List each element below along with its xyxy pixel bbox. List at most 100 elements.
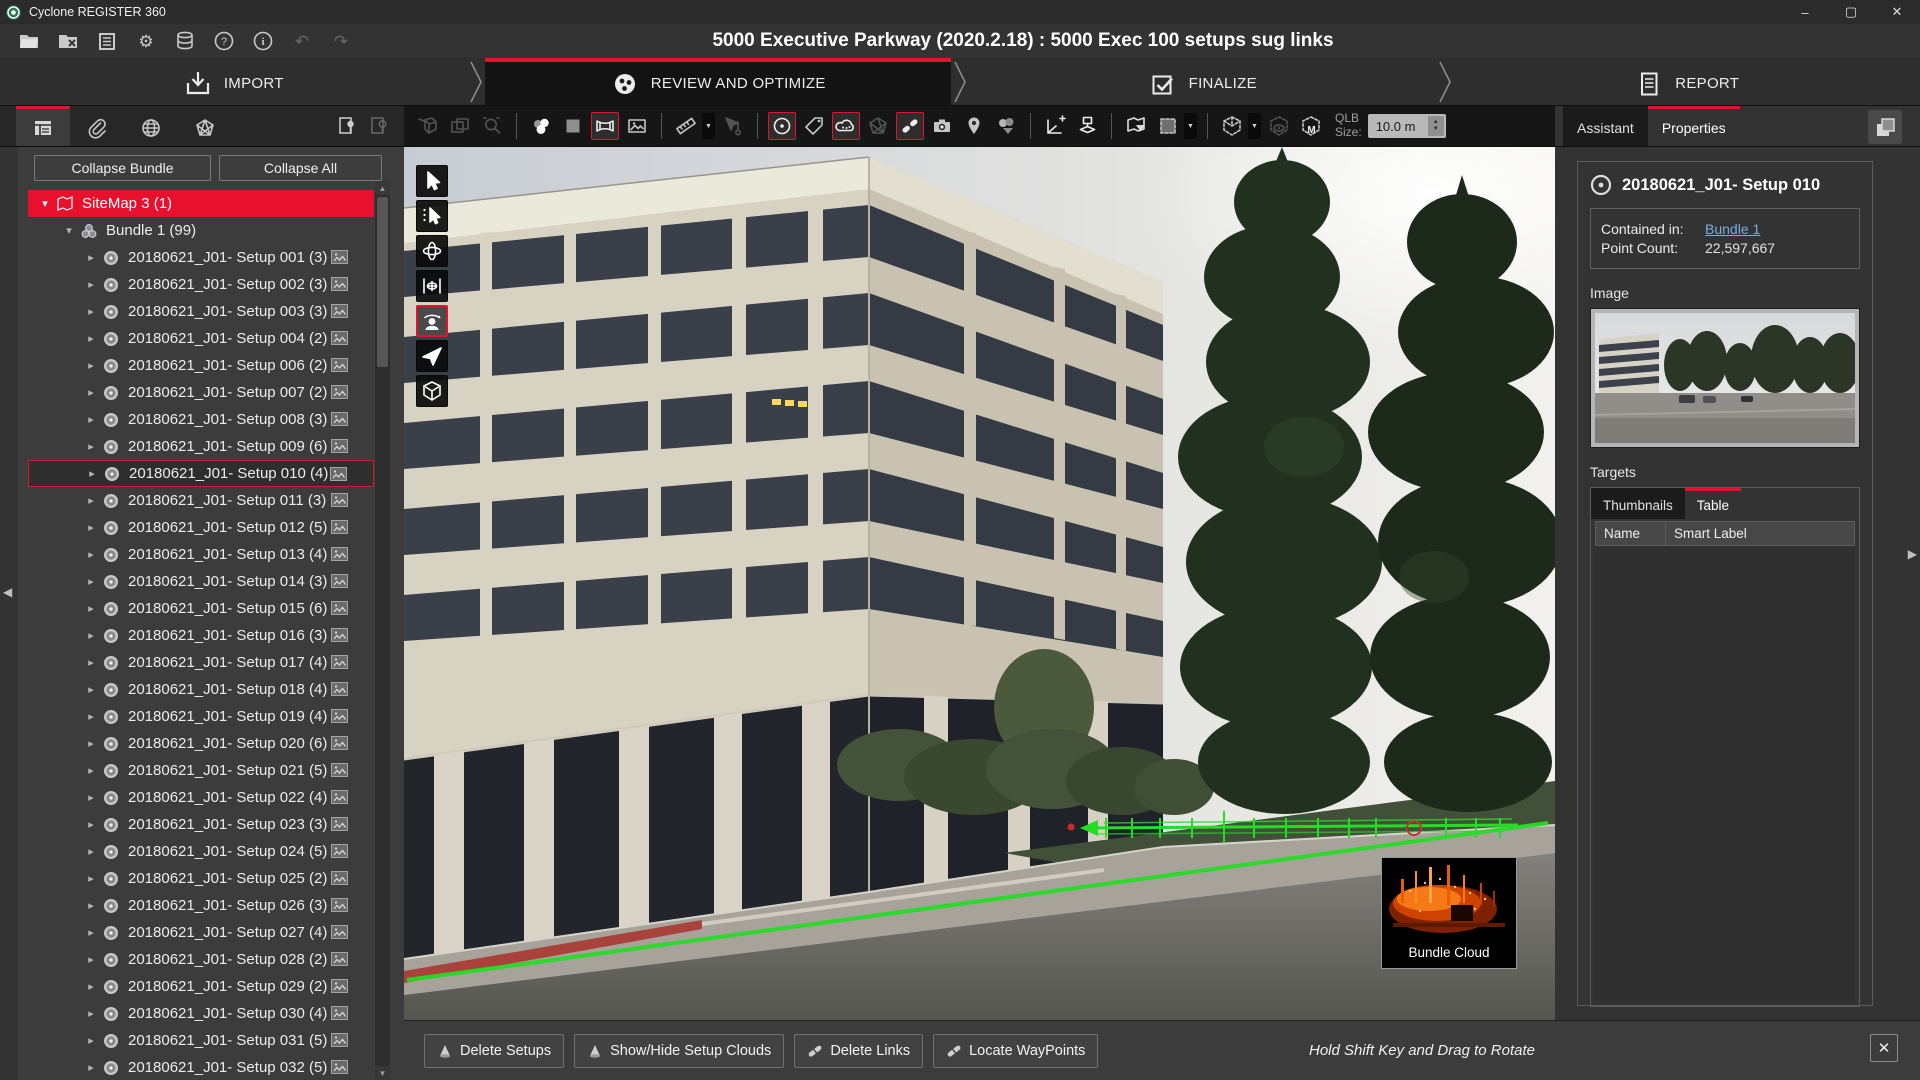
- tree-row-setup[interactable]: ▸20180621_J01- Setup 014 (3): [28, 568, 374, 595]
- tree-row-sitemap[interactable]: ▾SiteMap 3 (1): [28, 190, 374, 217]
- sidebar-tab-attachments[interactable]: [70, 106, 124, 146]
- pick-point-button[interactable]: [719, 112, 747, 140]
- tree-row-setup[interactable]: ▸20180621_J01- Setup 022 (4): [28, 784, 374, 811]
- overlap-view-button[interactable]: [446, 112, 474, 140]
- delete-setups-button[interactable]: Delete Setups: [424, 1034, 564, 1068]
- help-button[interactable]: ?: [209, 27, 239, 55]
- tree-row-setup[interactable]: ▸20180621_J01- Setup 004 (2): [28, 325, 374, 352]
- tab-report[interactable]: REPORT: [1454, 58, 1920, 105]
- close-project-button[interactable]: [53, 27, 83, 55]
- expander-arrow-icon[interactable]: ▸: [84, 1034, 98, 1047]
- undo-button[interactable]: ↶: [287, 27, 317, 55]
- expander-arrow-icon[interactable]: ▸: [84, 764, 98, 777]
- tree-row-setup[interactable]: ▸20180621_J01- Setup 028 (2): [28, 946, 374, 973]
- expander-arrow-icon[interactable]: ▸: [85, 467, 99, 480]
- tree-row-setup[interactable]: ▸20180621_J01- Setup 029 (2): [28, 973, 374, 1000]
- expander-arrow-icon[interactable]: ▸: [84, 980, 98, 993]
- collapse-all-button[interactable]: Collapse All: [219, 155, 382, 181]
- expander-arrow-icon[interactable]: ▾: [62, 224, 76, 237]
- camera-button[interactable]: [928, 112, 956, 140]
- tree-row-setup[interactable]: ▸20180621_J01- Setup 018 (4): [28, 676, 374, 703]
- cube-view-dropdown[interactable]: ▼: [1248, 113, 1261, 139]
- tree-scrollbar[interactable]: ▲ ▼: [375, 181, 390, 1080]
- sidebar-tab-project-tree[interactable]: [16, 106, 70, 146]
- tree-row-setup[interactable]: ▸20180621_J01- Setup 011 (3): [28, 487, 374, 514]
- expander-arrow-icon[interactable]: ▸: [84, 413, 98, 426]
- pan-constrained-tool-button[interactable]: [416, 270, 448, 302]
- contained-in-link[interactable]: Bundle 1: [1705, 221, 1760, 237]
- sidebar-tab-network[interactable]: [178, 106, 232, 146]
- expander-arrow-icon[interactable]: ▸: [84, 629, 98, 642]
- orbit-tool-button[interactable]: [416, 235, 448, 267]
- cloud-button[interactable]: [832, 112, 860, 140]
- link-button[interactable]: [896, 112, 924, 140]
- measure-dropdown[interactable]: ▼: [702, 113, 715, 139]
- target-button[interactable]: [768, 112, 796, 140]
- measure-button[interactable]: [672, 112, 700, 140]
- tab-assistant[interactable]: Assistant: [1563, 106, 1648, 146]
- view-cube-tool-button[interactable]: [416, 375, 448, 407]
- expander-arrow-icon[interactable]: ▸: [84, 872, 98, 885]
- scan-plane-button[interactable]: [1073, 112, 1101, 140]
- open-project-button[interactable]: [14, 27, 44, 55]
- qlb-size-input[interactable]: 10.0 m ▲▼: [1368, 114, 1446, 138]
- expander-arrow-icon[interactable]: ▸: [84, 359, 98, 372]
- tree-row-setup[interactable]: ▸20180621_J01- Setup 016 (3): [28, 622, 374, 649]
- panorama-view-button[interactable]: [591, 112, 619, 140]
- zoom-region-button[interactable]: [478, 112, 506, 140]
- cloud-filter-button[interactable]: [992, 112, 1020, 140]
- tree-row-setup[interactable]: ▸20180621_J01- Setup 001 (3): [28, 244, 374, 271]
- qlb-size-spinner[interactable]: ▲▼: [1428, 116, 1444, 136]
- station-view-tool-button[interactable]: [416, 305, 448, 337]
- tree-row-setup[interactable]: ▸20180621_J01- Setup 020 (6): [28, 730, 374, 757]
- expander-arrow-icon[interactable]: ▾: [38, 197, 52, 210]
- tree-row-setup[interactable]: ▸20180621_J01- Setup 027 (4): [28, 919, 374, 946]
- image-view-button[interactable]: [623, 112, 651, 140]
- mesh-button[interactable]: [864, 112, 892, 140]
- tree-row-setup[interactable]: ▸20180621_J01- Setup 002 (3): [28, 271, 374, 298]
- expander-arrow-icon[interactable]: ▸: [84, 440, 98, 453]
- expander-arrow-icon[interactable]: ▸: [84, 656, 98, 669]
- tree-row-setup[interactable]: ▸20180621_J01- Setup 025 (2): [28, 865, 374, 892]
- selection-box-button[interactable]: [1154, 112, 1182, 140]
- map-filter-button[interactable]: [1122, 112, 1150, 140]
- tab-properties[interactable]: Properties: [1648, 106, 1740, 146]
- settings-button[interactable]: ⚙: [131, 27, 161, 55]
- cloud-view-button[interactable]: [527, 112, 555, 140]
- expander-arrow-icon[interactable]: ▸: [84, 953, 98, 966]
- tree-row-setup[interactable]: ▸20180621_J01- Setup 013 (4): [28, 541, 374, 568]
- show-setup-pins-button[interactable]: [334, 113, 360, 139]
- bundle-cloud-thumbnail[interactable]: Bundle Cloud: [1381, 857, 1517, 969]
- expander-arrow-icon[interactable]: ▸: [84, 1061, 98, 1074]
- expander-arrow-icon[interactable]: ▸: [84, 791, 98, 804]
- collapse-sidebar-handle[interactable]: ◀: [3, 585, 12, 599]
- tree-row-setup[interactable]: ▸20180621_J01- Setup 009 (6): [28, 433, 374, 460]
- tree-row-setup[interactable]: ▸20180621_J01- Setup 010 (4): [28, 460, 374, 487]
- expander-arrow-icon[interactable]: ▸: [84, 494, 98, 507]
- tree-row-setup[interactable]: ▸20180621_J01- Setup 006 (2): [28, 352, 374, 379]
- solid-view-button[interactable]: [559, 112, 587, 140]
- tree-row-bundle[interactable]: ▾Bundle 1 (99): [28, 217, 374, 244]
- cube-m-button[interactable]: M: [1297, 112, 1325, 140]
- tree-row-setup[interactable]: ▸20180621_J01- Setup 031 (5): [28, 1027, 374, 1054]
- tag-button[interactable]: [800, 112, 828, 140]
- expander-arrow-icon[interactable]: ▸: [84, 683, 98, 696]
- tree-row-setup[interactable]: ▸20180621_J01- Setup 030 (4): [28, 1000, 374, 1027]
- tree-row-setup[interactable]: ▸20180621_J01- Setup 012 (5): [28, 514, 374, 541]
- column-header-smart-label[interactable]: Smart Label: [1666, 526, 1747, 541]
- expander-arrow-icon[interactable]: ▸: [84, 575, 98, 588]
- tree-row-setup[interactable]: ▸20180621_J01- Setup 007 (2): [28, 379, 374, 406]
- expander-arrow-icon[interactable]: ▸: [84, 521, 98, 534]
- collapse-panel-handle[interactable]: ▶: [1908, 547, 1917, 561]
- expander-arrow-icon[interactable]: ▸: [84, 278, 98, 291]
- scroll-down-arrow[interactable]: ▼: [375, 1066, 390, 1080]
- viewport[interactable]: Bundle Cloud: [404, 147, 1555, 1020]
- select-tool-button[interactable]: [416, 165, 448, 197]
- database-button[interactable]: [170, 27, 200, 55]
- scroll-up-arrow[interactable]: ▲: [375, 181, 390, 195]
- show-link-pins-button[interactable]: [366, 113, 392, 139]
- close-button[interactable]: ✕: [1874, 0, 1920, 24]
- cube-visibility-button[interactable]: [1265, 112, 1293, 140]
- expander-arrow-icon[interactable]: ▸: [84, 548, 98, 561]
- tree-row-setup[interactable]: ▸20180621_J01- Setup 021 (5): [28, 757, 374, 784]
